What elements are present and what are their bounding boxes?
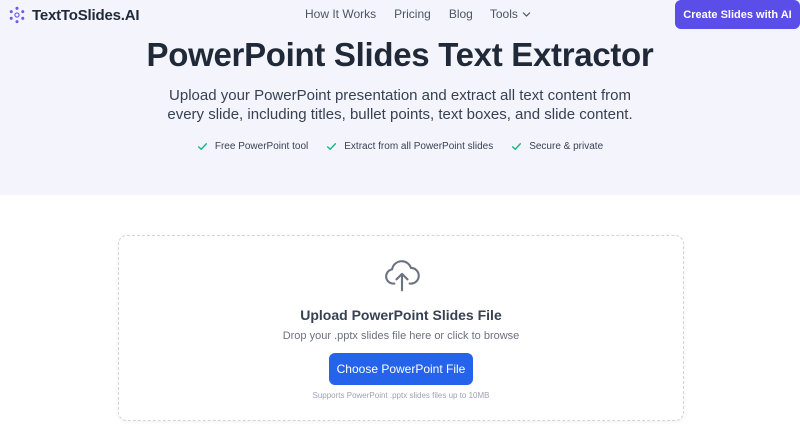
feature-item: Free PowerPoint tool xyxy=(197,141,308,152)
logo-icon xyxy=(9,6,25,24)
feature-label: Free PowerPoint tool xyxy=(214,141,309,152)
check-icon xyxy=(327,143,337,150)
page-title: PowerPoint Slides Text Extractor xyxy=(146,36,654,73)
upload-subtitle: Drop your .pptx slides file here or clic… xyxy=(282,330,520,342)
nav-tools-dropdown[interactable]: Tools xyxy=(490,7,531,21)
feature-list: Free PowerPoint tool Extract from all Po… xyxy=(0,141,800,152)
feature-item: Extract from all PowerPoint slides xyxy=(326,141,493,152)
hero-section: PowerPoint Slides Text Extractor Upload … xyxy=(0,30,800,195)
check-icon xyxy=(512,143,522,150)
check-icon xyxy=(197,143,207,150)
feature-item: Secure & private xyxy=(511,141,603,152)
top-navbar: TextToSlides.AI How It Works Pricing Blo… xyxy=(0,0,800,30)
feature-label: Secure & private xyxy=(529,141,604,152)
upload-dropzone[interactable]: Upload PowerPoint Slides File Drop your … xyxy=(118,235,684,421)
brand-logo-link[interactable]: TextToSlides.AI xyxy=(8,4,139,26)
upload-note: Supports PowerPoint .pptx slides files u… xyxy=(312,391,490,400)
nav-link-pricing[interactable]: Pricing xyxy=(394,7,431,21)
brand-name: TextToSlides.AI xyxy=(32,6,140,24)
upload-title: Upload PowerPoint Slides File xyxy=(300,307,502,323)
nav-link-how-it-works[interactable]: How It Works xyxy=(305,7,376,21)
hero-subtitle: Upload your PowerPoint presentation and … xyxy=(167,87,633,123)
create-slides-button[interactable]: Create Slides with AI xyxy=(675,0,800,29)
nav-links: How It Works Pricing Blog Tools xyxy=(305,7,531,21)
chevron-down-icon xyxy=(522,11,531,17)
choose-file-button[interactable]: Choose PowerPoint File xyxy=(329,353,473,385)
nav-tools-label: Tools xyxy=(489,7,518,21)
nav-link-blog[interactable]: Blog xyxy=(449,7,473,21)
feature-label: Extract from all PowerPoint slides xyxy=(344,141,494,152)
cloud-upload-icon xyxy=(385,260,420,292)
